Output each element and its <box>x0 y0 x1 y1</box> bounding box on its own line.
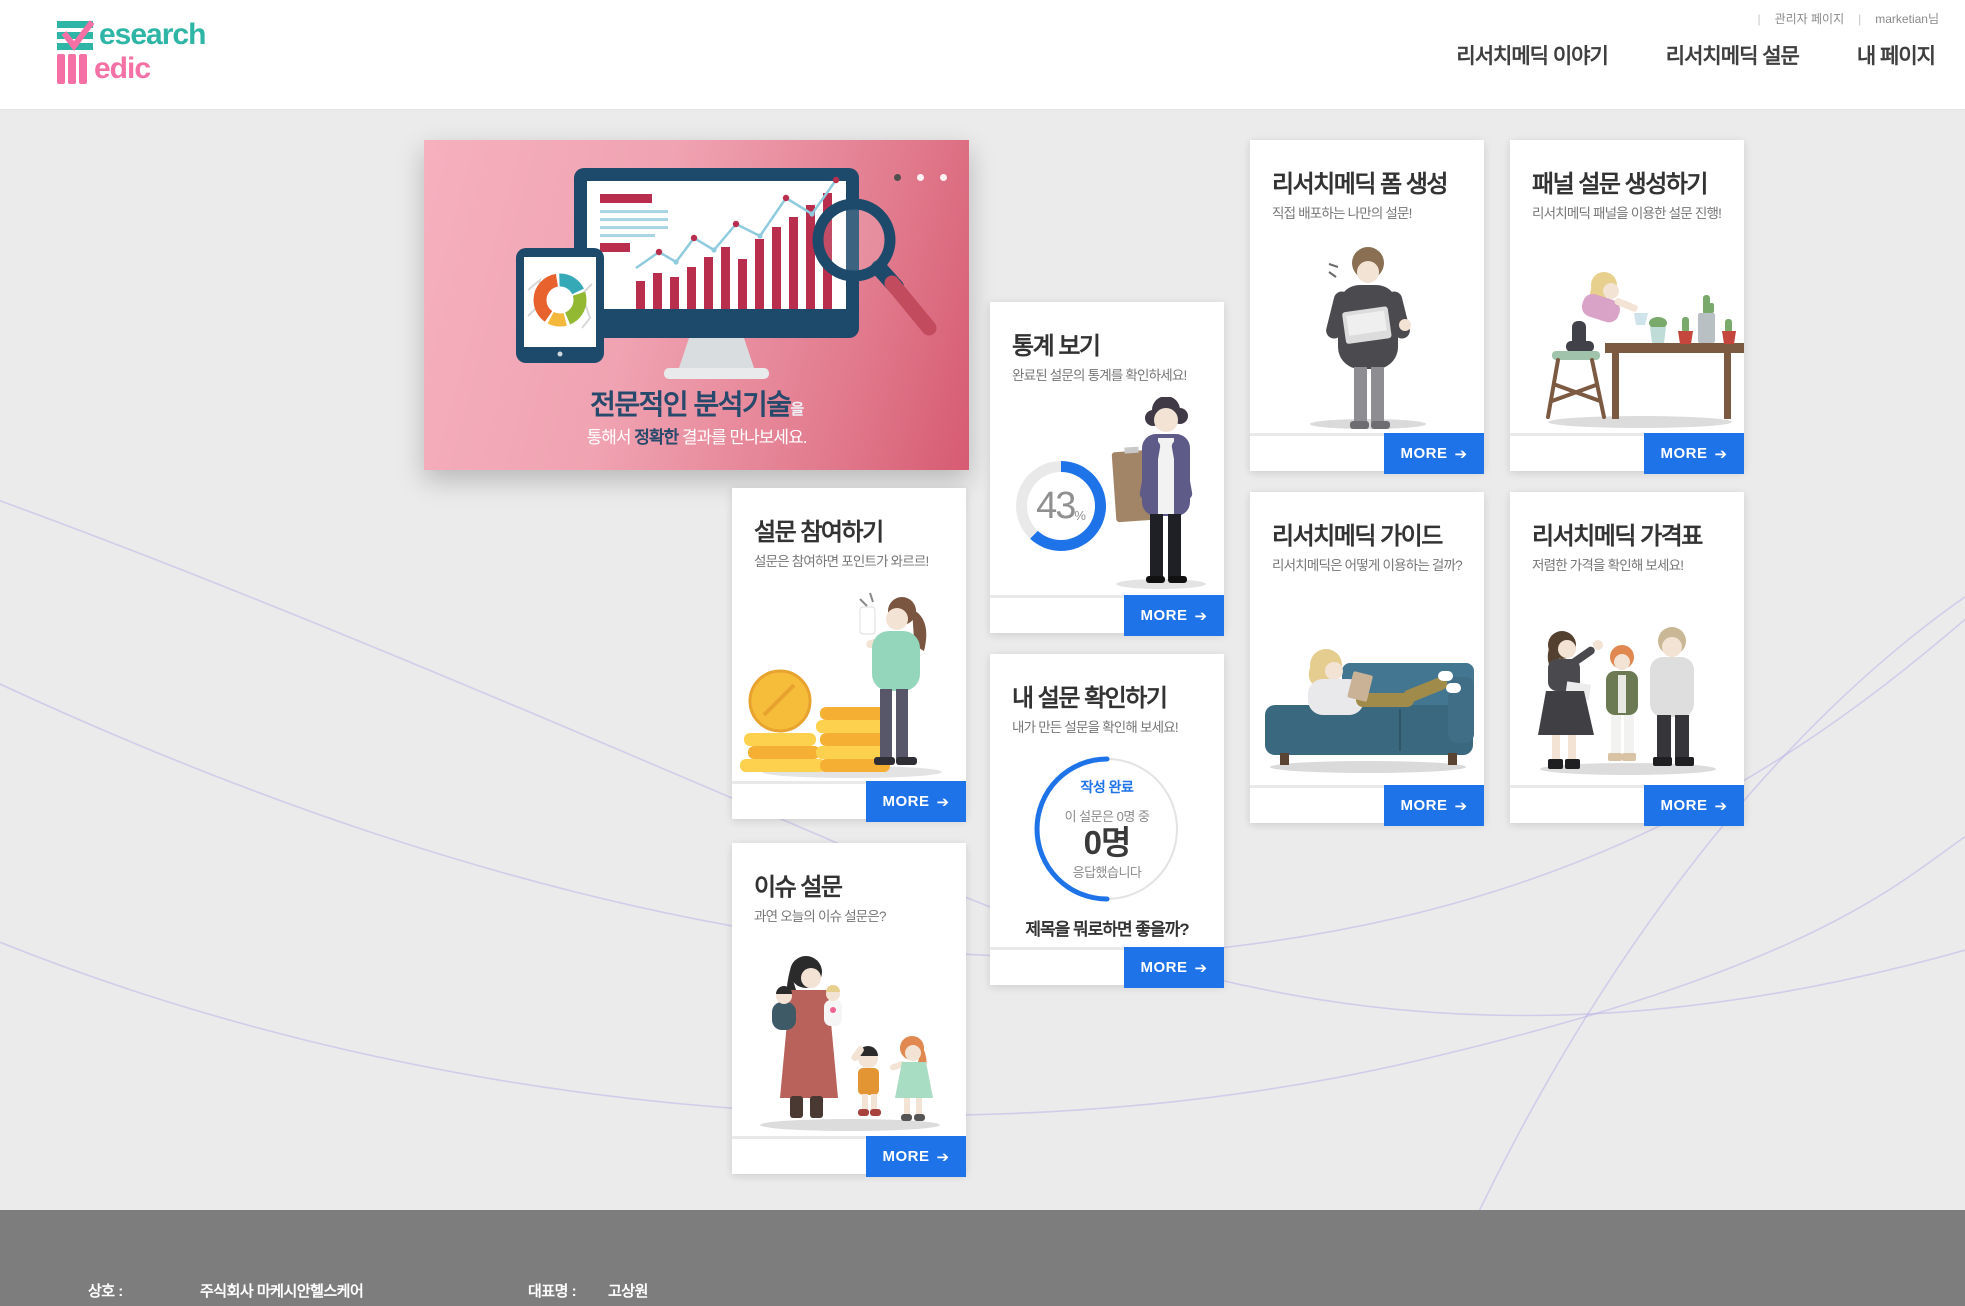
person-laptop-illustration <box>1250 235 1484 433</box>
stats-illustration: 43 % <box>990 397 1224 595</box>
logo[interactable]: esearch edic <box>57 18 205 86</box>
panel-survey-illustration <box>1510 235 1744 433</box>
admin-page-link[interactable]: 관리자 페이지 <box>1775 10 1845 27</box>
hero-banner-carousel[interactable]: 전문적인 분석기술을 통해서 정확한 결과를 만나보세요. <box>424 140 969 470</box>
survey-title-question: 제목을 뭐로하면 좋을까? <box>990 915 1224 940</box>
card-title: 리서치메딕 폼 생성 <box>1272 164 1447 199</box>
pricing-illustration <box>1510 587 1744 785</box>
form-create-illustration <box>1250 235 1484 433</box>
company-name: 주식회사 마케시안헬스케어 <box>200 1280 363 1301</box>
woman-phone-coins-illustration <box>732 583 966 781</box>
card-title: 내 설문 확인하기 <box>1012 678 1166 713</box>
card-footer: MORE➔ <box>1510 433 1744 471</box>
arrow-right-icon: ➔ <box>1194 959 1207 977</box>
card-title: 이슈 설문 <box>754 867 842 902</box>
card-footer: MORE➔ <box>732 781 966 819</box>
response-progress-circle: 작성 완료 이 설문은 0명 중 0명 응답했습니다 <box>1032 754 1182 904</box>
company-label: 상호 : <box>88 1280 123 1301</box>
arrow-right-icon: ➔ <box>936 1148 949 1166</box>
card-panel-survey: 패널 설문 생성하기 리서치메딕 패널을 이용한 설문 진행! <box>1510 140 1744 471</box>
more-button[interactable]: MORE➔ <box>1644 433 1744 474</box>
more-button[interactable]: MORE➔ <box>1644 785 1744 826</box>
nav-item-mypage[interactable]: 내 페이지 <box>1857 40 1935 70</box>
status-badge: 작성 완료 <box>1081 777 1134 797</box>
card-title: 패널 설문 생성하기 <box>1532 164 1707 199</box>
respondent-line1: 이 설문은 0명 중 <box>1065 806 1150 825</box>
girl-plants-illustration <box>1510 235 1744 433</box>
more-button[interactable]: MORE➔ <box>1124 947 1224 988</box>
nav-item-survey[interactable]: 리서치메딕 설문 <box>1666 40 1799 70</box>
logo-m-icon <box>57 54 91 84</box>
person-clipboard-illustration <box>1106 397 1216 591</box>
carousel-dots <box>894 174 947 181</box>
banner-subline: 통해서 정확한 결과를 만나보세요. <box>424 423 969 448</box>
more-button[interactable]: MORE➔ <box>1384 785 1484 826</box>
top-header: esearch edic | 관리자 페이지 | marketian님 리서치메… <box>0 0 1965 110</box>
percent-value: 43 <box>1036 485 1074 528</box>
card-footer: MORE➔ <box>732 1136 966 1174</box>
card-footer: MORE➔ <box>990 595 1224 633</box>
card-issue: 이슈 설문 과연 오늘의 이슈 설문은? <box>732 843 966 1174</box>
more-button[interactable]: MORE➔ <box>866 1136 966 1177</box>
arrow-right-icon: ➔ <box>1454 797 1467 815</box>
arrow-right-icon: ➔ <box>936 793 949 811</box>
arrow-right-icon: ➔ <box>1714 797 1727 815</box>
card-my-survey: 내 설문 확인하기 내가 만든 설문을 확인해 보세요! 작성 완료 이 설문은… <box>990 654 1224 985</box>
card-footer: MORE➔ <box>1250 433 1484 471</box>
card-subtitle: 내가 만든 설문을 확인해 보세요! <box>1012 716 1178 736</box>
card-subtitle: 리서치메딕 패널을 이용한 설문 진행! <box>1532 202 1721 222</box>
logo-r-icon <box>57 18 97 52</box>
card-subtitle: 직접 배포하는 나만의 설문! <box>1272 202 1412 222</box>
card-pricing: 리서치메딕 가격표 저렴한 가격을 확인해 보세요! <box>1510 492 1744 823</box>
card-subtitle: 과연 오늘의 이슈 설문은? <box>754 905 886 925</box>
participate-illustration <box>732 583 966 781</box>
separator: | <box>1858 12 1861 26</box>
stats-donut-chart: 43 % <box>1016 461 1106 551</box>
ceo-name: 고상원 <box>608 1280 648 1301</box>
more-button[interactable]: MORE➔ <box>1124 595 1224 636</box>
card-subtitle: 설문은 참여하면 포인트가 와르르! <box>754 550 928 570</box>
card-title: 통계 보기 <box>1012 326 1100 361</box>
card-participate: 설문 참여하기 설문은 참여하면 포인트가 와르르! <box>732 488 966 819</box>
guide-illustration <box>1250 587 1484 785</box>
card-stats: 통계 보기 완료된 설문의 통계를 확인하세요! 43 % MORE➔ <box>990 302 1224 633</box>
main-nav: 리서치메딕 이야기 리서치메딕 설문 내 페이지 <box>1456 40 1935 70</box>
more-button[interactable]: MORE➔ <box>866 781 966 822</box>
user-account-link[interactable]: marketian님 <box>1875 10 1939 27</box>
page-footer: 상호 : 주식회사 마케시안헬스케어 대표명 : 고상원 <box>0 1210 1965 1306</box>
carousel-dot-2[interactable] <box>917 174 924 181</box>
carousel-dot-3[interactable] <box>940 174 947 181</box>
issue-illustration <box>732 938 966 1136</box>
card-footer: MORE➔ <box>1250 785 1484 823</box>
card-form-create: 리서치메딕 폼 생성 직접 배포하는 나만의 설문! MORE➔ <box>1250 140 1484 471</box>
percent-unit: % <box>1074 508 1086 523</box>
card-subtitle: 완료된 설문의 통계를 확인하세요! <box>1012 364 1186 384</box>
respondent-line2: 응답했습니다 <box>1073 862 1142 881</box>
card-footer: MORE➔ <box>1510 785 1744 823</box>
family-illustration <box>732 938 966 1136</box>
logo-text-research: esearch <box>99 20 205 50</box>
card-footer: MORE➔ <box>990 947 1224 985</box>
three-people-illustration <box>1510 587 1744 785</box>
card-subtitle: 리서치메딕은 어떻게 이용하는 걸까? <box>1272 554 1462 574</box>
card-title: 리서치메딕 가격표 <box>1532 516 1702 551</box>
card-subtitle: 저렴한 가격을 확인해 보세요! <box>1532 554 1683 574</box>
banner-headline: 전문적인 분석기술을 <box>424 383 969 423</box>
person-sofa-illustration <box>1250 587 1484 785</box>
utility-links: | 관리자 페이지 | marketian님 <box>1757 10 1939 27</box>
respondent-count: 0명 <box>1084 825 1131 861</box>
card-guide: 리서치메딕 가이드 리서치메딕은 어떻게 이용하는 걸까? MORE➔ <box>1250 492 1484 823</box>
arrow-right-icon: ➔ <box>1194 607 1207 625</box>
my-survey-status: 작성 완료 이 설문은 0명 중 0명 응답했습니다 제목을 뭐로하면 좋을까? <box>990 749 1224 947</box>
card-title: 리서치메딕 가이드 <box>1272 516 1442 551</box>
carousel-dot-1[interactable] <box>894 174 901 181</box>
logo-text-medic: edic <box>94 54 150 84</box>
more-button[interactable]: MORE➔ <box>1384 433 1484 474</box>
ceo-label: 대표명 : <box>528 1280 576 1301</box>
card-title: 설문 참여하기 <box>754 512 883 547</box>
separator: | <box>1757 12 1760 26</box>
arrow-right-icon: ➔ <box>1714 445 1727 463</box>
nav-item-story[interactable]: 리서치메딕 이야기 <box>1456 40 1607 70</box>
arrow-right-icon: ➔ <box>1454 445 1467 463</box>
